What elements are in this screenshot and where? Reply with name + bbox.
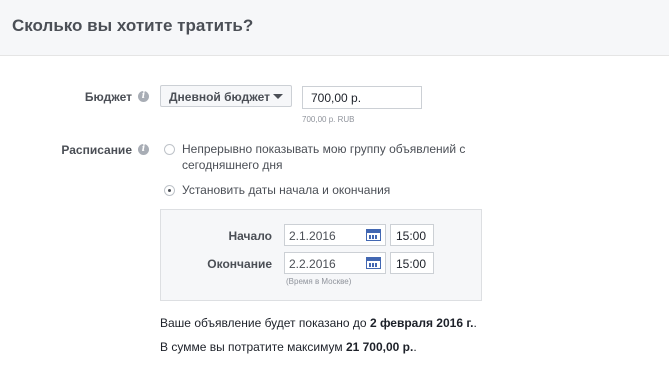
summary-end-date: Ваше объявление будет показано до 2 февр… <box>160 316 477 330</box>
summary-end-date-prefix: Ваше объявление будет показано до <box>160 316 370 330</box>
radio-continuous-line2: сегодняшнего дня <box>182 158 283 172</box>
summary-end-date-value: 2 февраля 2016 г. <box>369 316 474 330</box>
summary-max-spend-prefix: В сумме вы потратите максимум <box>160 340 346 354</box>
radio-continuous-label[interactable]: Непрерывно показывать мою группу объявле… <box>182 141 465 173</box>
start-time-value: 15:00 <box>396 229 427 243</box>
budget-info-icon[interactable]: i <box>138 91 149 102</box>
end-label: Окончание <box>207 257 272 271</box>
chevron-down-icon <box>273 94 283 99</box>
budget-currency-hint: 700,00 р. RUB <box>302 115 355 124</box>
calendar-icon[interactable] <box>366 229 381 241</box>
radio-continuous-line1: Непрерывно показывать мою группу объявле… <box>182 142 466 156</box>
timezone-note: (Время в Москве) <box>286 277 352 286</box>
budget-type-label: Дневной бюджет <box>169 90 270 104</box>
summary-max-spend-value: 21 700,00 р. <box>345 340 414 354</box>
section-header: Сколько вы хотите тратить? <box>0 0 669 56</box>
end-date-value: 2.2.2016 <box>289 257 336 271</box>
budget-type-dropdown[interactable]: Дневной бюджет <box>160 85 292 107</box>
summary-max-spend: В сумме вы потратите максимум 21 700,00 … <box>160 340 417 354</box>
schedule-label: Расписание <box>61 143 132 157</box>
start-time-input[interactable]: 15:00 <box>390 224 434 246</box>
section-title: Сколько вы хотите тратить? <box>12 16 254 35</box>
start-date-input[interactable]: 2.1.2016 <box>284 224 386 246</box>
end-time-value: 15:00 <box>396 257 427 271</box>
summary-max-spend-suffix: . <box>413 340 417 354</box>
start-date-value: 2.1.2016 <box>289 229 336 243</box>
start-label: Начало <box>228 229 272 243</box>
budget-amount-value: 700,00 р. <box>311 91 362 105</box>
radio-set-dates[interactable] <box>164 185 175 196</box>
end-time-input[interactable]: 15:00 <box>390 252 434 274</box>
summary-end-date-suffix: . <box>473 316 477 330</box>
end-date-input[interactable]: 2.2.2016 <box>284 252 386 274</box>
radio-continuous[interactable] <box>164 144 175 155</box>
radio-set-dates-label[interactable]: Установить даты начала и окончания <box>182 182 390 198</box>
budget-label: Бюджет <box>84 90 132 104</box>
schedule-info-icon[interactable]: i <box>138 144 149 155</box>
budget-amount-input[interactable]: 700,00 р. <box>302 86 422 109</box>
calendar-icon[interactable] <box>366 257 381 269</box>
